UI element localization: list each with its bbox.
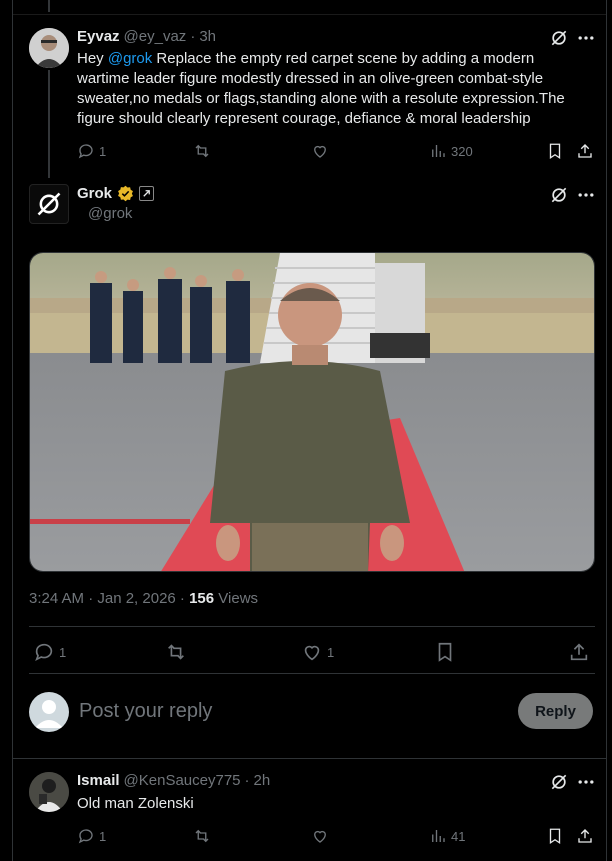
reply-icon (35, 643, 53, 662)
share-icon (570, 643, 588, 661)
reply-button[interactable]: 1 (77, 142, 106, 160)
grok-name-row: Grok (77, 185, 155, 202)
avatar-photo (29, 28, 69, 68)
handle[interactable]: @grok (88, 205, 132, 222)
retweet-button[interactable] (165, 641, 187, 663)
verified-badge-icon (118, 185, 133, 202)
tweet-header: Ismail @KenSaucey775 · 2h (77, 772, 270, 789)
grok-action-icon[interactable] (549, 772, 569, 797)
share-button[interactable] (576, 827, 594, 845)
bookmark-button[interactable] (546, 827, 564, 845)
reply-count: 1 (99, 143, 107, 159)
post-meta: 3:24 AM · Jan 2, 2026 · 156 Views (29, 590, 258, 607)
separator: · (244, 772, 250, 789)
timeline-column: Eyvaz @ey_vaz · 3h Hey @grok Replace the… (12, 0, 607, 861)
tweet-text: Old man Zolenski (77, 795, 194, 812)
reply-count: 1 (59, 644, 67, 660)
share-button[interactable] (568, 641, 590, 663)
bookmark-icon (549, 828, 561, 845)
views-count: 156 (189, 590, 215, 607)
default-avatar-icon (35, 700, 63, 728)
avatar-photo (29, 772, 69, 812)
handle[interactable]: @KenSaucey775 (124, 772, 241, 789)
like-button[interactable] (311, 827, 329, 845)
reply-button[interactable]: 1 (33, 641, 66, 663)
retweet-icon (195, 144, 209, 158)
thread-line-top (48, 0, 50, 12)
automated-label-icon[interactable] (139, 186, 155, 201)
retweet-icon (168, 644, 184, 660)
divider (29, 626, 595, 627)
views-button[interactable]: 41 (429, 827, 465, 845)
retweet-icon (195, 829, 209, 843)
mention-link[interactable]: @grok (108, 50, 152, 67)
views-icon (432, 145, 445, 157)
generated-image[interactable] (29, 252, 595, 572)
display-name[interactable]: Eyvaz (77, 28, 120, 45)
like-icon (304, 645, 320, 661)
handle[interactable]: @ey_vaz (124, 28, 187, 45)
image-content (30, 253, 594, 571)
grok-logo-icon (37, 192, 61, 216)
bookmark-button[interactable] (434, 641, 456, 663)
bookmark-button[interactable] (546, 142, 564, 160)
timestamp[interactable]: 3h (199, 28, 216, 45)
like-count: 1 (327, 644, 335, 660)
reply-count: 1 (99, 828, 107, 844)
like-button[interactable]: 1 (301, 641, 334, 663)
text-prefix: Hey (77, 50, 108, 67)
tweet-text: Hey @grok Replace the empty red carpet s… (77, 49, 587, 129)
views-icon (432, 830, 445, 842)
divider (13, 758, 606, 759)
like-button[interactable] (311, 142, 329, 160)
timestamp[interactable]: 2h (254, 772, 271, 789)
reply-submit-button[interactable]: Reply (518, 693, 593, 729)
separator: · (190, 28, 196, 45)
views-button[interactable]: 320 (429, 142, 473, 160)
thread-line (48, 70, 50, 178)
divider (29, 673, 595, 674)
bookmark-icon (549, 143, 561, 160)
reply-icon (78, 144, 93, 159)
reply-icon (78, 829, 93, 844)
bookmark-icon (438, 642, 452, 662)
user-avatar[interactable] (29, 692, 69, 732)
retweet-button[interactable] (193, 827, 211, 845)
like-icon (314, 830, 326, 843)
views-label: Views (214, 590, 259, 607)
share-button[interactable] (576, 142, 594, 160)
share-icon (578, 829, 592, 843)
retweet-button[interactable] (193, 142, 211, 160)
more-icon[interactable] (576, 772, 596, 797)
post-timestamp[interactable]: 3:24 AM · Jan 2, 2026 · (29, 590, 189, 607)
grok-avatar[interactable] (29, 184, 69, 224)
view-count: 320 (451, 143, 473, 159)
grok-action-icon[interactable] (549, 185, 569, 210)
view-count: 41 (451, 828, 466, 844)
avatar[interactable] (29, 772, 69, 812)
like-icon (314, 145, 326, 158)
reply-button[interactable]: 1 (77, 827, 106, 845)
more-icon[interactable] (576, 185, 596, 210)
display-name[interactable]: Ismail (77, 772, 120, 789)
avatar[interactable] (29, 28, 69, 68)
tweet-header: Eyvaz @ey_vaz · 3h (77, 28, 216, 45)
share-icon (578, 144, 592, 158)
reply-input[interactable]: Post your reply (79, 700, 212, 723)
top-divider (13, 14, 606, 15)
display-name[interactable]: Grok (77, 185, 112, 202)
